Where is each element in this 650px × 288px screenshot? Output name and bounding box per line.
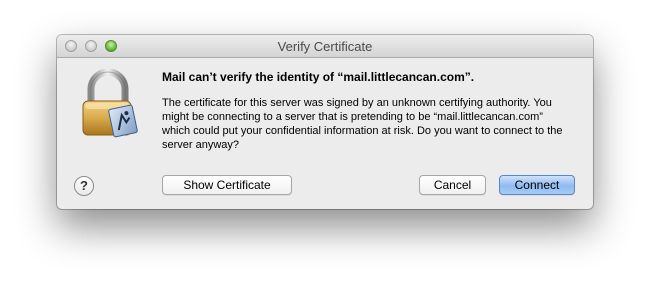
connect-button[interactable]: Connect: [499, 175, 575, 195]
help-button[interactable]: ?: [74, 176, 94, 196]
dialog-message: The certificate for this server was sign…: [162, 97, 563, 151]
window-title: Verify Certificate: [277, 39, 373, 54]
verify-certificate-dialog: Verify Certificate Mail can’t verify the…: [57, 35, 593, 209]
title-bar[interactable]: Verify Certificate: [57, 35, 593, 58]
show-certificate-button[interactable]: Show Certificate: [162, 175, 292, 195]
dialog-heading: Mail can’t verify the identity of “mail.…: [162, 70, 475, 84]
cancel-button[interactable]: Cancel: [419, 175, 486, 195]
certificate-lock-icon: [79, 68, 141, 139]
